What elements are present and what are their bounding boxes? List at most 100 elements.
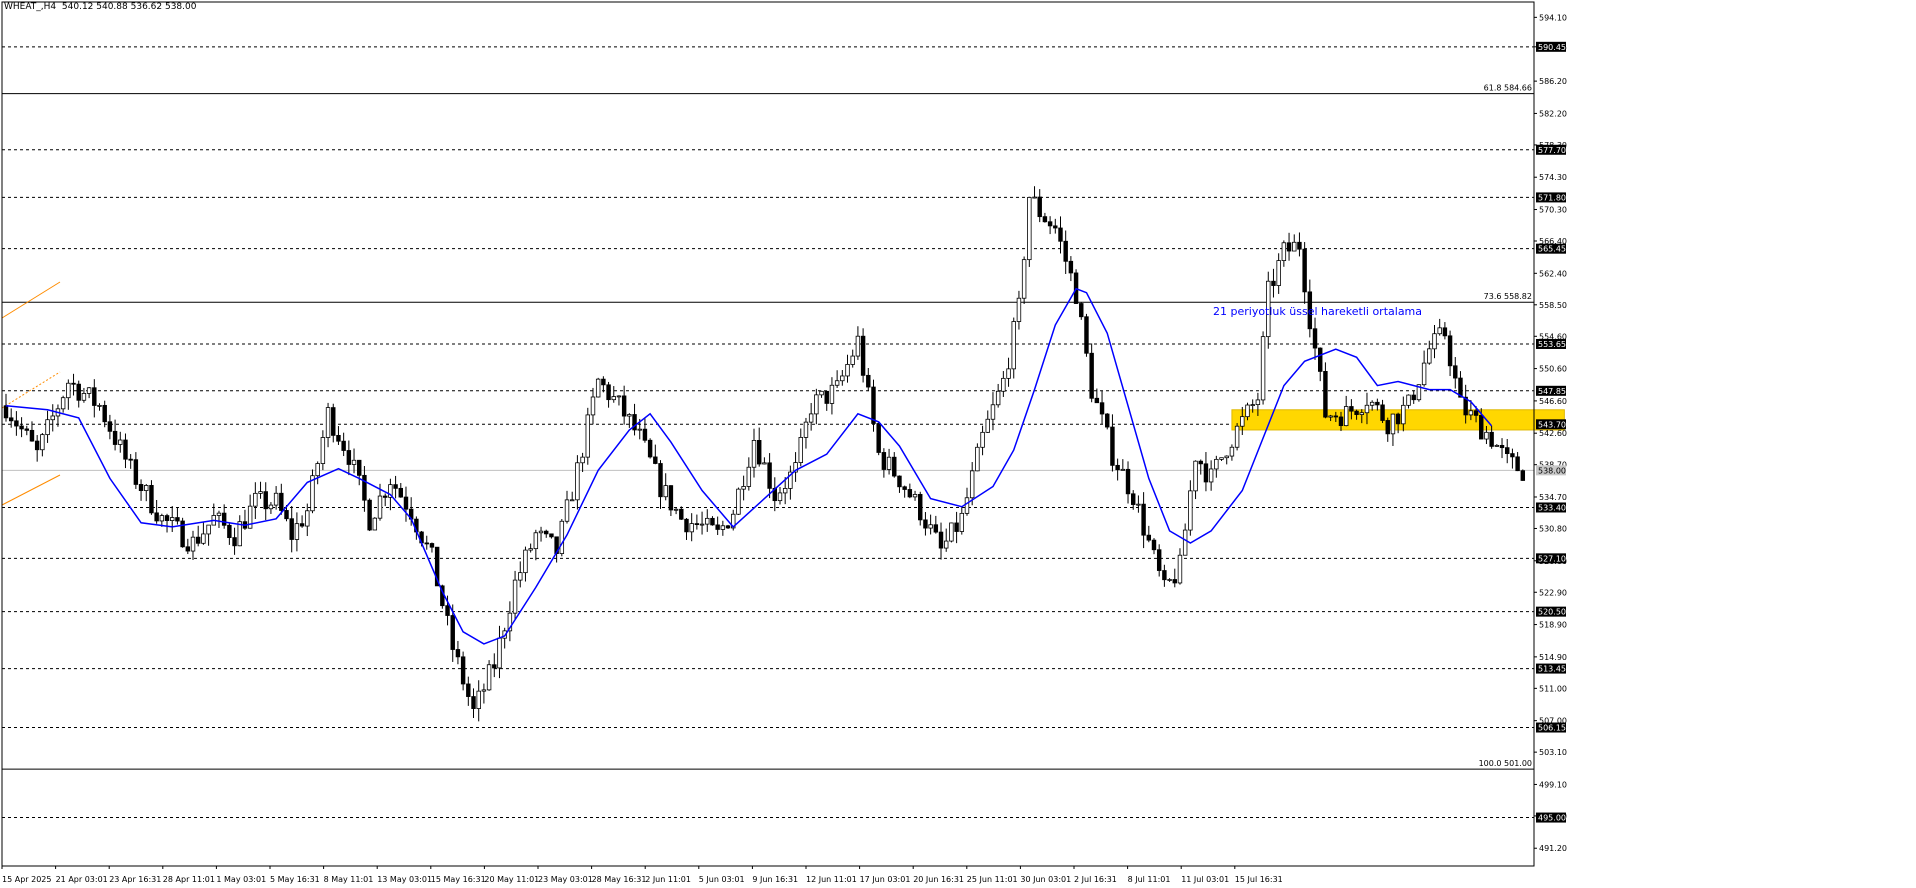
candle-body bbox=[699, 523, 705, 526]
level-price-label: 577.70 bbox=[1538, 146, 1566, 155]
candle-body bbox=[782, 488, 788, 494]
candle-body bbox=[866, 374, 871, 388]
candle-body bbox=[575, 462, 580, 501]
candle-body bbox=[923, 519, 928, 529]
candle-body bbox=[590, 396, 596, 416]
candle-body bbox=[824, 390, 829, 404]
level-price-label: 571.80 bbox=[1538, 193, 1566, 202]
candle-body bbox=[315, 463, 320, 477]
candle-body bbox=[933, 524, 939, 533]
candle-body bbox=[1442, 327, 1448, 337]
candle-body bbox=[1343, 406, 1349, 427]
candle-body bbox=[1188, 490, 1193, 531]
candle-body bbox=[1292, 241, 1297, 252]
candle-body bbox=[1182, 529, 1188, 556]
candle-body bbox=[1401, 404, 1406, 425]
candle-body bbox=[107, 421, 113, 432]
x-tick-label: 21 Apr 03:01 bbox=[56, 875, 108, 884]
candle-body bbox=[19, 425, 24, 430]
candle-body bbox=[284, 510, 289, 520]
level-price-label: 547.85 bbox=[1538, 387, 1566, 396]
candle-body bbox=[86, 387, 92, 394]
candle-body bbox=[1271, 280, 1276, 286]
candle-body bbox=[372, 517, 378, 531]
candle-body bbox=[1427, 348, 1432, 364]
candle-body bbox=[819, 390, 824, 396]
candle-body bbox=[751, 440, 757, 468]
candles bbox=[3, 186, 1526, 722]
candle-body bbox=[1395, 413, 1401, 425]
candle-body bbox=[201, 533, 206, 544]
candle-body bbox=[990, 404, 996, 420]
candle-body bbox=[1499, 444, 1505, 449]
candle-body bbox=[845, 364, 850, 377]
candle-body bbox=[1421, 362, 1427, 386]
candle-body bbox=[1234, 425, 1240, 448]
candle-body bbox=[606, 384, 611, 401]
candle-body bbox=[1375, 401, 1380, 406]
candle-body bbox=[564, 499, 570, 522]
candle-body bbox=[616, 395, 622, 398]
candle-body bbox=[663, 485, 668, 498]
candle-body bbox=[1089, 352, 1094, 399]
candle-body bbox=[8, 417, 14, 422]
candle-body bbox=[949, 522, 954, 542]
candle-body bbox=[206, 524, 211, 535]
candle-body bbox=[668, 485, 674, 511]
candle-body bbox=[1141, 503, 1146, 536]
candle-body bbox=[112, 430, 118, 445]
candle-body bbox=[1354, 410, 1359, 415]
candle-body bbox=[1323, 371, 1328, 418]
candle-body bbox=[279, 492, 284, 511]
candle-body bbox=[975, 446, 980, 472]
candle-body bbox=[673, 508, 679, 511]
candle-body bbox=[642, 428, 648, 441]
candle-body bbox=[1390, 413, 1396, 435]
fib-level-label: 61.8 584.66 bbox=[1484, 84, 1532, 93]
x-tick-label: 28 Apr 11:01 bbox=[163, 875, 215, 884]
candle-body bbox=[1099, 402, 1105, 415]
candle-body bbox=[1479, 414, 1484, 440]
candle-body bbox=[902, 486, 907, 490]
candle-body bbox=[746, 466, 752, 487]
candle-body bbox=[118, 439, 123, 445]
x-tick-label: 23 May 03:01 bbox=[538, 875, 593, 884]
candle-body bbox=[164, 515, 170, 521]
candle-body bbox=[850, 355, 855, 365]
candle-body bbox=[533, 532, 539, 550]
candle-body bbox=[232, 537, 237, 547]
y-tick-label: 542.60 bbox=[1539, 429, 1567, 438]
candle-body bbox=[1068, 260, 1074, 274]
candle-body bbox=[1016, 297, 1022, 322]
price-chart[interactable]: 61.8 584.66 73.6 558.82 100.0 501.00 594.1… bbox=[0, 0, 1916, 888]
x-tick-label: 5 May 16:31 bbox=[270, 875, 320, 884]
candle-body bbox=[24, 428, 29, 431]
candle-body bbox=[1473, 410, 1479, 416]
candle-body bbox=[985, 418, 990, 433]
candle-body bbox=[1027, 197, 1032, 261]
fib-level-label: 100.0 501.00 bbox=[1479, 759, 1532, 768]
candle-body bbox=[497, 637, 502, 669]
y-tick-label: 499.10 bbox=[1539, 780, 1567, 789]
candle-body bbox=[658, 463, 663, 498]
candle-body bbox=[1058, 227, 1063, 242]
candle-body bbox=[881, 452, 887, 470]
candle-body bbox=[221, 512, 227, 526]
candle-body bbox=[263, 491, 268, 510]
candle-body bbox=[1411, 394, 1416, 401]
candle-body bbox=[814, 394, 819, 415]
candle-body bbox=[144, 485, 149, 491]
candle-body bbox=[1406, 394, 1411, 406]
candle-body bbox=[725, 525, 731, 529]
candle-body bbox=[450, 615, 455, 650]
candle-body bbox=[1130, 493, 1136, 505]
candle-body bbox=[762, 462, 767, 465]
x-tick-label: 13 May 03:01 bbox=[377, 875, 432, 884]
x-tick-label: 23 Apr 16:31 bbox=[109, 875, 161, 884]
y-tick-label: 503.10 bbox=[1539, 748, 1567, 757]
candle-body bbox=[954, 522, 959, 532]
candle-body bbox=[1037, 196, 1042, 218]
candle-body bbox=[710, 517, 715, 526]
candle-body bbox=[928, 524, 933, 529]
candle-body bbox=[1219, 457, 1224, 460]
